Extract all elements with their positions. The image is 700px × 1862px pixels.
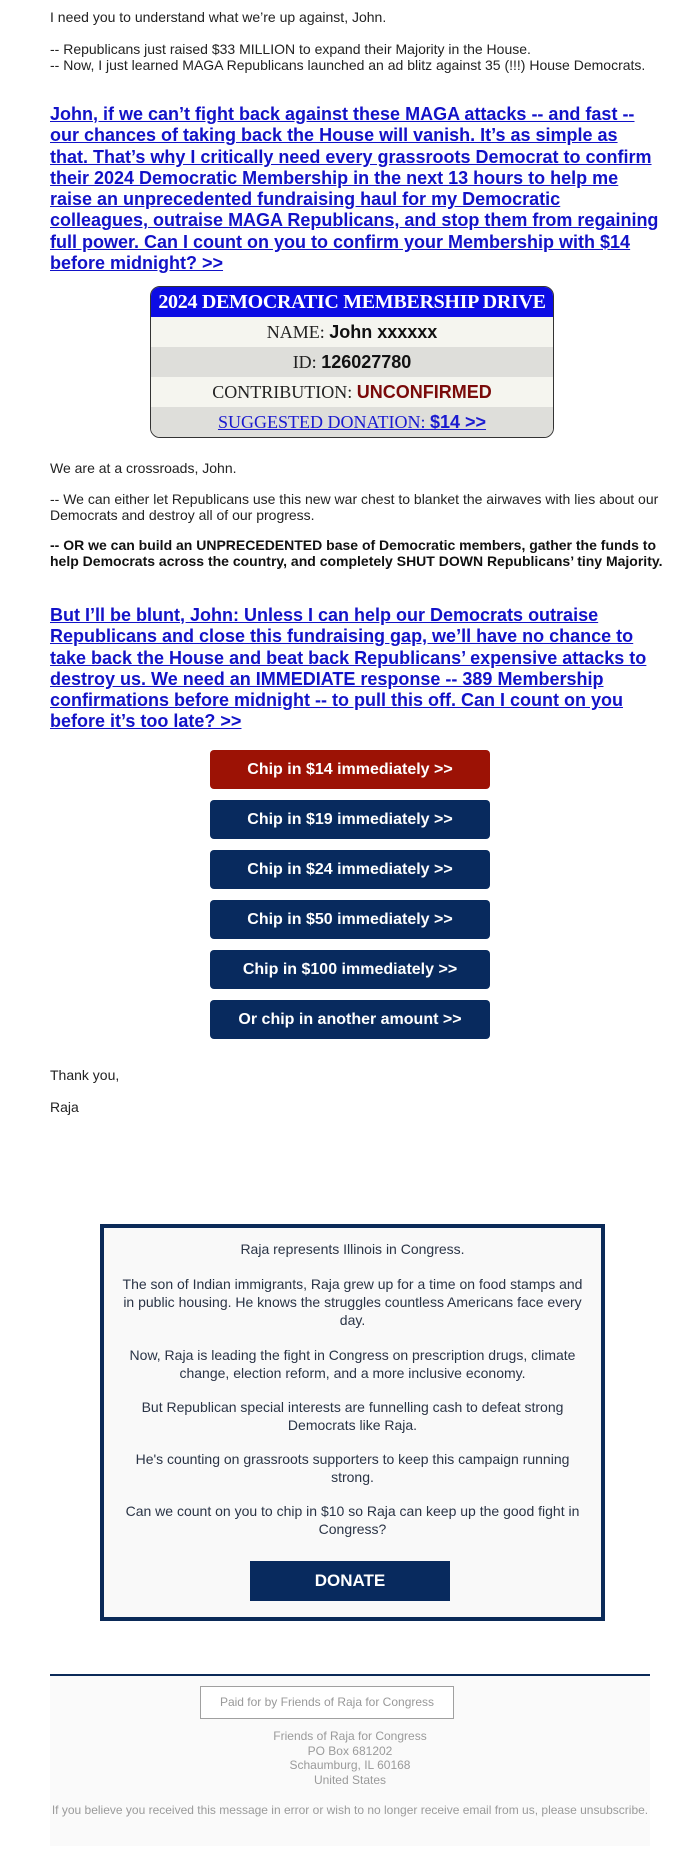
address-line: Friends of Raja for Congress — [273, 1729, 427, 1743]
bullet-ad-blitz: -- Now, I just learned MAGA Republicans … — [50, 57, 646, 73]
headline-link-1-wrap: John, if we can’t fight back against the… — [50, 104, 660, 274]
bio-paragraph: Can we count on you to chip in $10 so Ra… — [125, 1503, 580, 1537]
suggested-donation-link[interactable]: SUGGESTED DONATION: $14 >> — [218, 412, 486, 432]
headline-link-2-wrap: But I’ll be blunt, John: Unless I can he… — [50, 605, 660, 733]
suggested-donation-label: SUGGESTED DONATION: — [217, 412, 430, 432]
bio-paragraph: He's counting on grassroots supporters t… — [135, 1451, 570, 1485]
chip-in-14-button[interactable]: Chip in $14 immediately >> — [210, 750, 490, 789]
address-line: United States — [313, 1772, 387, 1787]
address-line: Schaumburg, IL 60168 — [289, 1758, 411, 1772]
intro-text: I need you to understand what we’re up a… — [50, 9, 387, 25]
bio-paragraph: The son of Indian immigrants, Raja grew … — [122, 1276, 583, 1328]
headline-link-2[interactable]: But I’ll be blunt, John: Unless I can he… — [50, 605, 646, 731]
bio-paragraph: Now, Raja is leading the fight in Congre… — [129, 1347, 576, 1381]
bio-box: Raja represents Illinois in Congress. Th… — [100, 1224, 605, 1621]
chip-in-50-button[interactable]: Chip in $50 immediately >> — [210, 900, 490, 939]
membership-card: 2024 DEMOCRATIC MEMBERSHIP DRIVE NAME: J… — [150, 286, 554, 438]
mailing-address: Friends of Raja for Congress PO Box 6812… — [50, 1729, 650, 1787]
id-value: 126027780 — [321, 352, 412, 372]
closing-text: Thank you, — [50, 1067, 120, 1083]
unsubscribe-notice: If you believe you received this message… — [40, 1803, 660, 1817]
bio-paragraph: Raja represents Illinois in Congress. — [240, 1241, 465, 1257]
membership-card-title: 2024 DEMOCRATIC MEMBERSHIP DRIVE — [151, 287, 553, 317]
donate-button[interactable]: DONATE — [250, 1561, 450, 1601]
footer: Paid for by Friends of Raja for Congress… — [50, 1674, 650, 1846]
bullet-list: -- Republicans just raised $33 MILLION t… — [50, 41, 650, 73]
chip-in-19-button[interactable]: Chip in $19 immediately >> — [210, 800, 490, 839]
chip-in-other-amount-button[interactable]: Or chip in another amount >> — [210, 1000, 490, 1039]
chip-in-24-button[interactable]: Chip in $24 immediately >> — [210, 850, 490, 889]
crossroads-text: We are at a crossroads, John. — [50, 460, 237, 476]
option-one-text: -- We can either let Republicans use thi… — [50, 491, 659, 523]
bullet-republicans-raised: -- Republicans just raised $33 MILLION t… — [50, 41, 531, 57]
unsubscribe-link[interactable]: If you believe you received this message… — [52, 1803, 648, 1817]
name-label: NAME: — [266, 322, 330, 342]
contribution-status: UNCONFIRMED — [356, 382, 492, 402]
id-label: ID: — [292, 352, 322, 372]
paid-for-disclaimer: Paid for by Friends of Raja for Congress — [200, 1686, 454, 1719]
suggested-donation-value: $14 >> — [429, 412, 487, 432]
contribution-label: CONTRIBUTION: — [212, 382, 357, 402]
suggested-donation-row: SUGGESTED DONATION: $14 >> — [151, 407, 553, 437]
signature: Raja — [50, 1099, 79, 1115]
name-value: John xxxxxx — [329, 322, 438, 342]
id-row: ID: 126027780 — [151, 347, 553, 377]
address-line: PO Box 681202 — [307, 1743, 393, 1758]
bio-paragraph: But Republican special interests are fun… — [141, 1399, 564, 1433]
chip-in-100-button[interactable]: Chip in $100 immediately >> — [210, 950, 490, 989]
option-two-text: -- OR we can build an UNPRECEDENTED base… — [50, 537, 663, 569]
name-row: NAME: John xxxxxx — [151, 317, 553, 347]
headline-link-1[interactable]: John, if we can’t fight back against the… — [50, 104, 658, 273]
contribution-row: CONTRIBUTION: UNCONFIRMED — [151, 377, 553, 407]
